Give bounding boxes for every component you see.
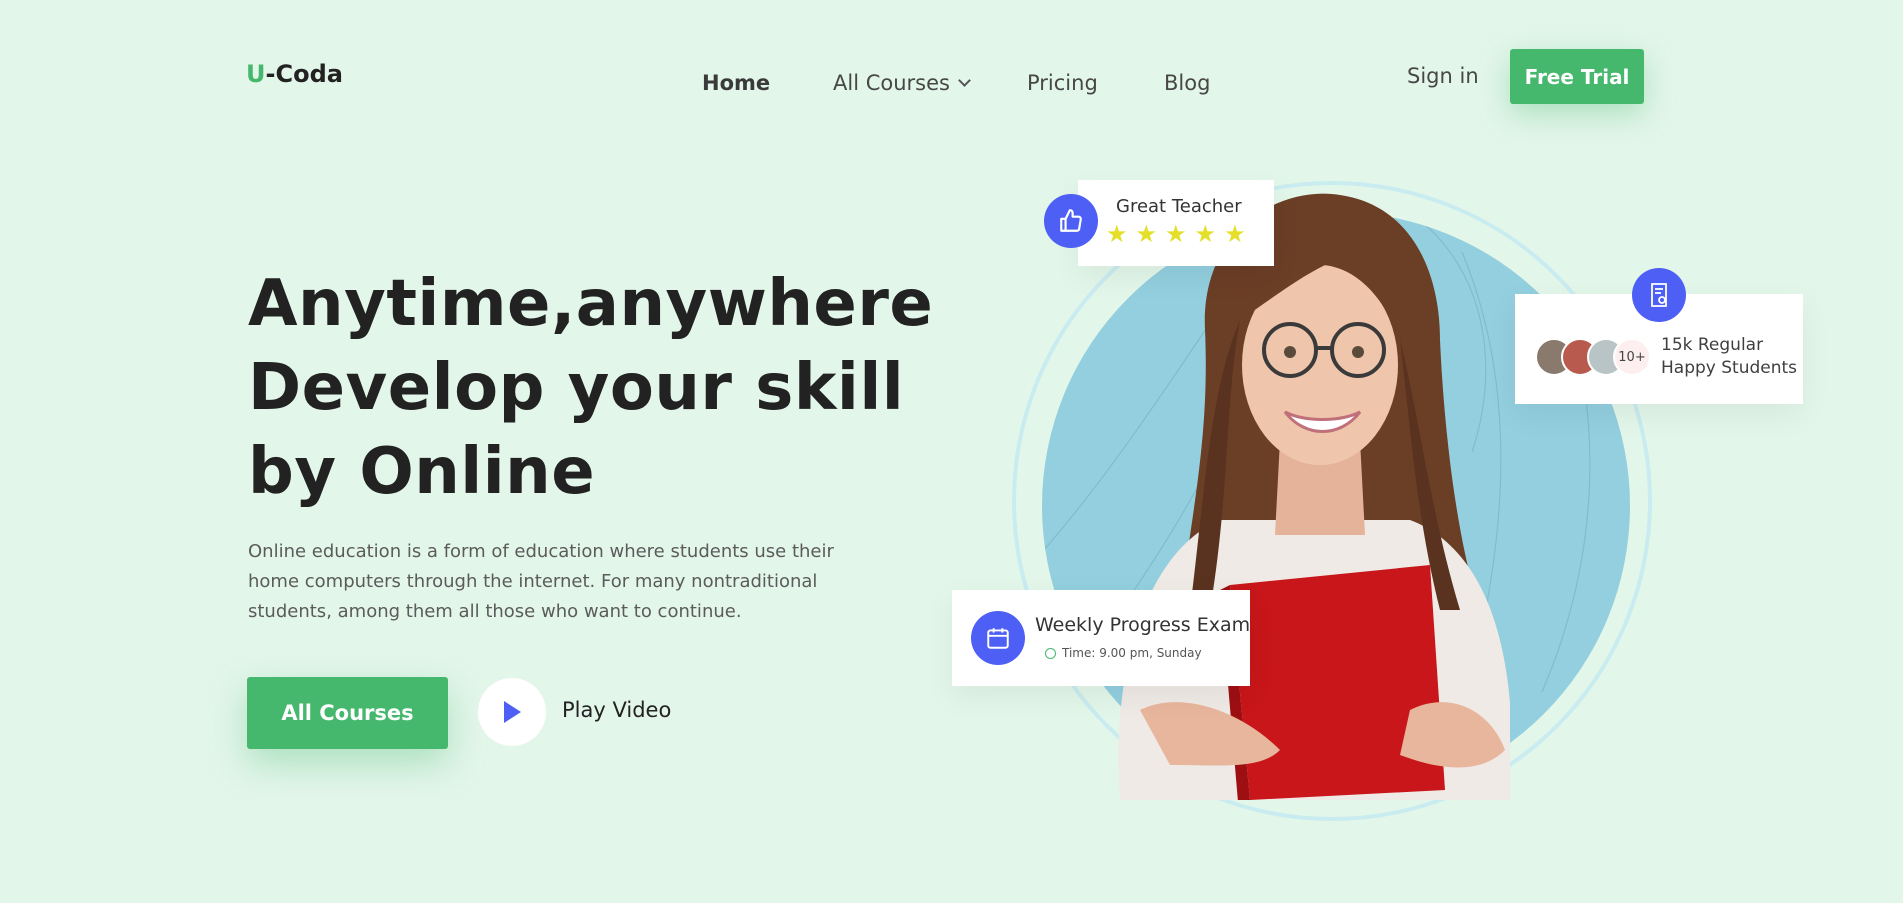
thumbs-up-icon (1060, 209, 1082, 232)
student-avatars: 10+ (1535, 338, 1651, 378)
chevron-down-icon (958, 74, 971, 87)
free-trial-button[interactable]: Free Trial (1510, 49, 1644, 104)
students-line-1: 15k Regular (1661, 335, 1764, 355)
play-icon (504, 701, 521, 723)
all-courses-button[interactable]: All Courses (247, 677, 448, 749)
star-icon: ★ (1194, 220, 1217, 248)
hero-title-line-3: by Online (248, 435, 596, 509)
exam-time-text: Time: 9.00 pm, Sunday (1062, 646, 1202, 660)
thumbs-up-badge (1044, 194, 1098, 248)
nav-all-courses-label: All Courses (833, 71, 950, 95)
play-video-button[interactable] (478, 678, 546, 746)
avatar-more-count: 10+ (1613, 338, 1651, 376)
students-count-text: 15k Regular Happy Students (1661, 334, 1797, 380)
certificate-icon (1651, 283, 1667, 307)
students-line-2: Happy Students (1661, 358, 1798, 378)
nav-home[interactable]: Home (702, 71, 770, 95)
logo-mark: U (246, 60, 266, 88)
exam-time: Time: 9.00 pm, Sunday (1045, 646, 1202, 660)
nav-blog[interactable]: Blog (1164, 71, 1210, 95)
logo-text: -Coda (265, 60, 343, 88)
star-icon: ★ (1165, 220, 1187, 248)
great-teacher-title: Great Teacher (1116, 196, 1242, 217)
star-icon: ★ (1135, 220, 1158, 248)
hero-title-line-1: Anytime,anywhere (248, 267, 934, 341)
star-icon: ★ (1224, 220, 1246, 248)
rating-stars: ★ ★ ★ ★ ★ (1106, 222, 1246, 246)
calendar-badge (971, 611, 1025, 665)
student-photo (1118, 193, 1510, 800)
clock-icon (1045, 647, 1056, 659)
hero-title: Anytime,anywhere Develop your skill by O… (248, 262, 934, 514)
hero-title-line-2: Develop your skill (248, 351, 905, 425)
certificate-badge (1632, 268, 1686, 322)
nav-all-courses[interactable]: All Courses (833, 71, 971, 95)
play-video-label[interactable]: Play Video (562, 698, 671, 722)
calendar-icon (987, 628, 1009, 649)
sign-in-link[interactable]: Sign in (1407, 64, 1479, 88)
great-teacher-card: Great Teacher ★ ★ ★ ★ ★ (1078, 180, 1274, 266)
logo[interactable]: U-Coda (246, 60, 343, 88)
hero-description: Online education is a form of education … (248, 541, 834, 622)
star-icon: ★ (1106, 220, 1128, 248)
exam-title: Weekly Progress Exam (1035, 614, 1251, 636)
nav-pricing[interactable]: Pricing (1027, 71, 1098, 95)
